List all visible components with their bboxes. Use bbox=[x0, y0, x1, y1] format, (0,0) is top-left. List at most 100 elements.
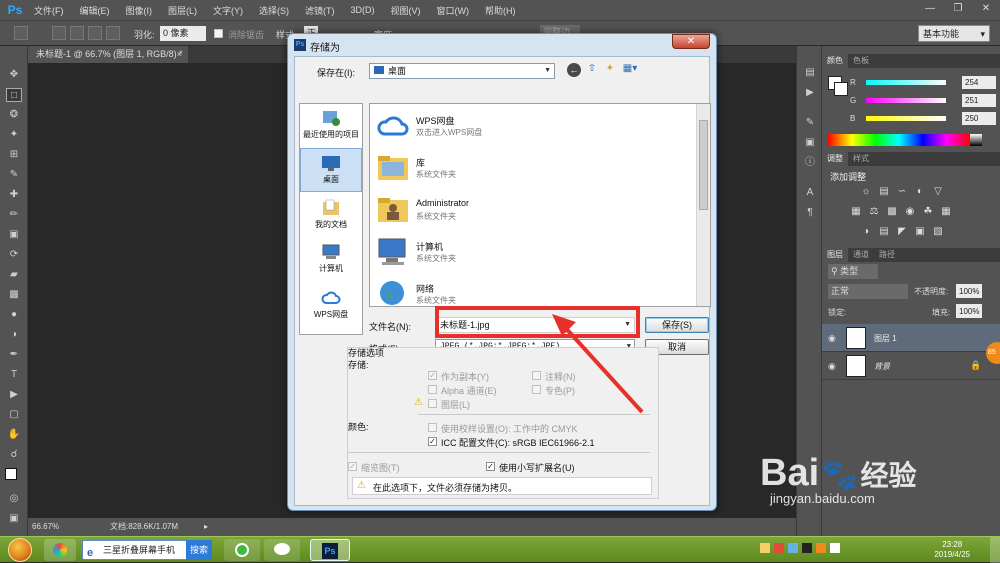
menu-file[interactable]: 文件(F) bbox=[26, 4, 72, 17]
screen-mode-icon[interactable]: ▣ bbox=[6, 512, 22, 526]
restore-button[interactable]: ❐ bbox=[944, 0, 972, 18]
tab-paths[interactable]: 路径 bbox=[874, 248, 900, 262]
workspace-switcher[interactable]: 基本功能 ▾ bbox=[918, 25, 990, 42]
subtract-selection-icon[interactable] bbox=[88, 26, 102, 40]
exposure-icon[interactable]: ◐ bbox=[914, 186, 926, 198]
dodge-tool-icon[interactable]: ◑ bbox=[6, 328, 22, 342]
actions-panel-icon[interactable]: ▶ bbox=[803, 86, 817, 100]
menu-image[interactable]: 图像(I) bbox=[118, 4, 161, 17]
intersect-selection-icon[interactable] bbox=[106, 26, 120, 40]
file-item-library[interactable]: 库 系统文件夹 bbox=[374, 148, 694, 188]
new-selection-icon[interactable] bbox=[52, 26, 66, 40]
channel-mixer-icon[interactable]: ☘ bbox=[922, 206, 934, 218]
layer-row-background[interactable]: ◉ 背景 🔒 bbox=[822, 352, 1000, 380]
close-tab-icon[interactable]: × bbox=[177, 46, 182, 63]
system-clock[interactable]: 23:28 2019/4/25 bbox=[934, 540, 970, 560]
gradient-map-icon[interactable]: ▧ bbox=[932, 226, 944, 238]
add-selection-icon[interactable] bbox=[70, 26, 84, 40]
fill-input[interactable]: 100% bbox=[956, 304, 982, 318]
tray-app-icon[interactable] bbox=[774, 543, 784, 553]
menu-select[interactable]: 选择(S) bbox=[251, 4, 297, 17]
eye-icon[interactable]: ◉ bbox=[828, 361, 836, 372]
posterize-icon[interactable]: ▤ bbox=[878, 226, 890, 238]
brush-tool-icon[interactable]: ✏ bbox=[6, 208, 22, 222]
place-recent[interactable]: 最近使用的项目 bbox=[300, 104, 362, 148]
feather-input[interactable]: 0 像素 bbox=[160, 26, 206, 41]
history-panel-icon[interactable]: ▤ bbox=[803, 66, 817, 80]
history-brush-icon[interactable]: ⟳ bbox=[6, 248, 22, 262]
place-computer[interactable]: 计算机 bbox=[300, 238, 362, 282]
healing-tool-icon[interactable]: ✚ bbox=[6, 188, 22, 202]
color-spectrum[interactable] bbox=[828, 134, 970, 146]
quick-mask-icon[interactable]: ◎ bbox=[6, 492, 22, 506]
file-item-administrator[interactable]: Administrator 系统文件夹 bbox=[374, 190, 694, 230]
gradient-tool-icon[interactable]: ▩ bbox=[6, 288, 22, 302]
view-menu-icon[interactable]: ▦▾ bbox=[621, 63, 639, 77]
marquee-tool-icon[interactable]: □ bbox=[6, 88, 22, 102]
quick-select-tool-icon[interactable]: ✦ bbox=[6, 128, 22, 142]
shape-tool-icon[interactable]: ▢ bbox=[6, 408, 22, 422]
place-documents[interactable]: 我的文档 bbox=[300, 194, 362, 238]
tray-volume-icon[interactable] bbox=[830, 543, 840, 553]
tab-color[interactable]: 颜色 bbox=[822, 54, 848, 68]
lowercase-ext-checkbox[interactable]: ✓ bbox=[486, 462, 495, 471]
blur-tool-icon[interactable]: ● bbox=[6, 308, 22, 322]
file-item-computer[interactable]: 计算机 系统文件夹 bbox=[374, 232, 694, 272]
back-icon[interactable]: ← bbox=[567, 63, 581, 77]
tray-mail-icon[interactable] bbox=[760, 543, 770, 553]
menu-edit[interactable]: 编辑(E) bbox=[72, 4, 118, 17]
tray-network-icon[interactable] bbox=[788, 543, 798, 553]
antialias-checkbox[interactable] bbox=[214, 29, 223, 38]
eye-icon[interactable]: ◉ bbox=[828, 333, 836, 344]
tab-swatches[interactable]: 色板 bbox=[848, 54, 874, 68]
vibrance-icon[interactable]: ▽ bbox=[932, 186, 944, 198]
blend-mode-select[interactable]: 正常 bbox=[828, 284, 908, 299]
selective-color-icon[interactable]: ▣ bbox=[914, 226, 926, 238]
zoom-level[interactable]: 66.67% bbox=[32, 518, 59, 536]
info-panel-icon[interactable]: ⓘ bbox=[803, 156, 817, 170]
lasso-tool-icon[interactable]: ❂ bbox=[6, 108, 22, 122]
r-gradient[interactable] bbox=[866, 79, 946, 85]
bg-color-preview[interactable] bbox=[834, 82, 848, 96]
layer-filter-select[interactable]: ⚲ 类型 bbox=[828, 264, 878, 279]
search-button[interactable]: 搜索 bbox=[186, 540, 212, 560]
status-arrow-icon[interactable]: ▸ bbox=[204, 518, 208, 536]
eyedropper-tool-icon[interactable]: ✎ bbox=[6, 168, 22, 182]
stamp-tool-icon[interactable]: ▣ bbox=[6, 228, 22, 242]
alpha-checkbox[interactable] bbox=[428, 385, 437, 394]
green-slider[interactable]: G 251 bbox=[850, 94, 996, 107]
place-desktop[interactable]: 桌面 bbox=[300, 148, 362, 192]
menu-3d[interactable]: 3D(D) bbox=[343, 5, 383, 15]
tab-layers[interactable]: 图层 bbox=[822, 248, 848, 262]
thumbnail-checkbox[interactable]: ✓ bbox=[348, 462, 357, 471]
scroll-thumb[interactable] bbox=[699, 120, 708, 210]
file-list-scrollbar[interactable] bbox=[696, 104, 710, 306]
foreground-color-swatch[interactable] bbox=[5, 468, 17, 480]
bw-icon[interactable]: ▩ bbox=[886, 206, 898, 218]
dialog-close-button[interactable]: ✕ bbox=[672, 34, 710, 49]
crop-tool-icon[interactable]: ⊞ bbox=[6, 148, 22, 162]
color-balance-icon[interactable]: ⚖ bbox=[868, 206, 880, 218]
type-tool-icon[interactable]: T bbox=[6, 368, 22, 382]
hue-sat-icon[interactable]: ▦ bbox=[850, 206, 862, 218]
path-select-icon[interactable]: ▶ bbox=[6, 388, 22, 402]
up-folder-icon[interactable]: ⇧ bbox=[585, 63, 599, 77]
save-button[interactable]: 保存(S) bbox=[645, 317, 709, 333]
curves-icon[interactable]: ∽ bbox=[896, 186, 908, 198]
levels-icon[interactable]: ▤ bbox=[878, 186, 890, 198]
layer-row-layer1[interactable]: ◉ 图层 1 bbox=[822, 324, 1000, 352]
close-app-button[interactable]: ✕ bbox=[972, 0, 1000, 18]
zoom-tool-icon[interactable]: ☌ bbox=[6, 448, 22, 462]
opacity-input[interactable]: 100% bbox=[956, 284, 982, 298]
blue-slider[interactable]: B 250 bbox=[850, 112, 996, 125]
r-value[interactable]: 254 bbox=[962, 76, 996, 89]
minimize-button[interactable]: — bbox=[916, 0, 944, 18]
clone-panel-icon[interactable]: ▣ bbox=[803, 136, 817, 150]
menu-help[interactable]: 帮助(H) bbox=[477, 4, 524, 17]
g-value[interactable]: 251 bbox=[962, 94, 996, 107]
tab-adjustments[interactable]: 调整 bbox=[822, 152, 848, 166]
paragraph-panel-icon[interactable]: ¶ bbox=[803, 206, 817, 220]
red-slider[interactable]: R 254 bbox=[850, 76, 996, 89]
tray-update-icon[interactable] bbox=[816, 543, 826, 553]
menu-window[interactable]: 窗口(W) bbox=[429, 4, 478, 17]
